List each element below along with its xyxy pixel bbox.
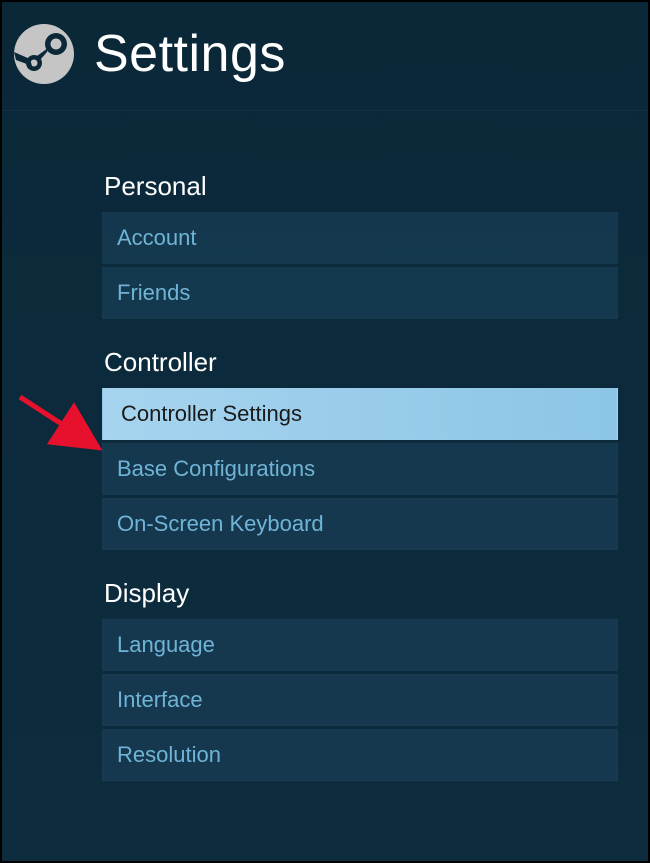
menu-item-resolution[interactable]: Resolution <box>102 729 618 781</box>
settings-header: Settings <box>2 2 648 111</box>
menu-item-account[interactable]: Account <box>102 212 618 264</box>
section-header-personal: Personal <box>102 171 618 202</box>
menu-item-language[interactable]: Language <box>102 619 618 671</box>
menu-item-interface[interactable]: Interface <box>102 674 618 726</box>
section-display: Display Language Interface Resolution <box>102 578 618 781</box>
menu-item-base-configurations[interactable]: Base Configurations <box>102 443 618 495</box>
menu-item-friends[interactable]: Friends <box>102 267 618 319</box>
section-header-controller: Controller <box>102 347 618 378</box>
section-header-display: Display <box>102 578 618 609</box>
section-personal: Personal Account Friends <box>102 171 618 319</box>
settings-content: Personal Account Friends Controller Cont… <box>2 111 648 781</box>
section-controller: Controller Controller Settings Base Conf… <box>102 347 618 550</box>
menu-item-on-screen-keyboard[interactable]: On-Screen Keyboard <box>102 498 618 550</box>
page-title: Settings <box>94 24 286 84</box>
steam-logo-icon <box>12 22 76 86</box>
menu-item-controller-settings[interactable]: Controller Settings <box>102 388 618 440</box>
